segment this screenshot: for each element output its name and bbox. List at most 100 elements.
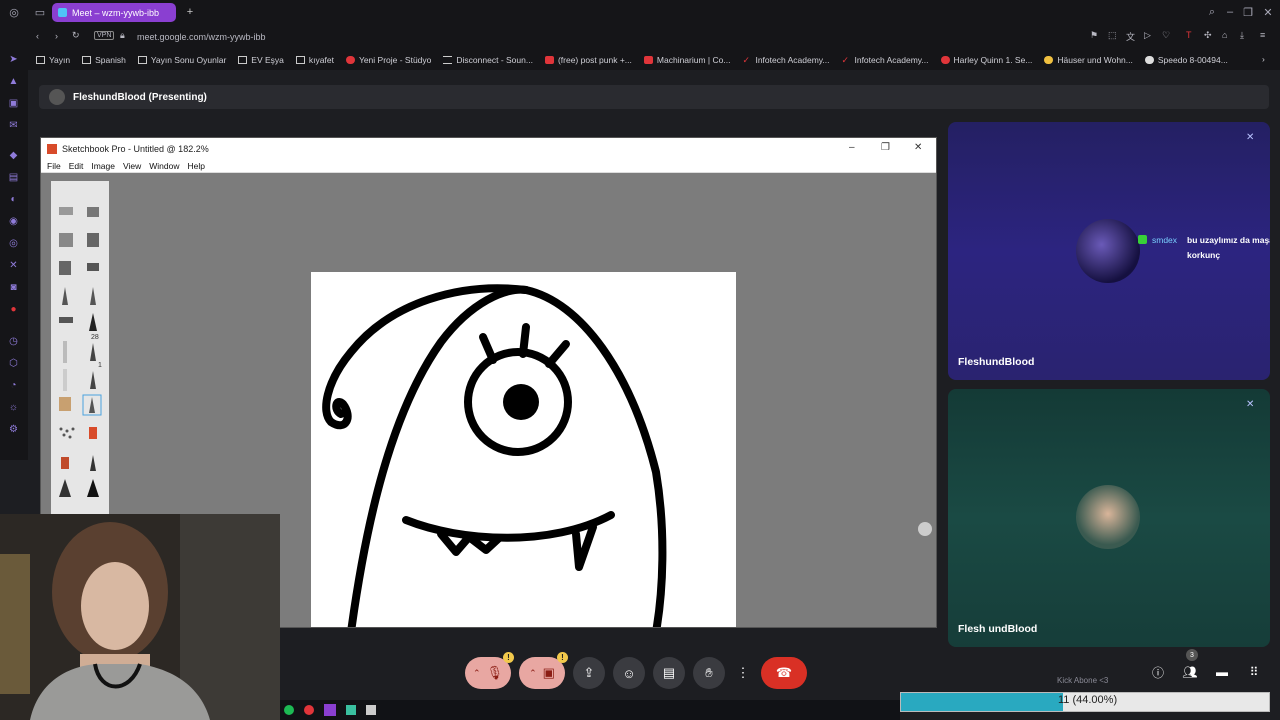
- steam-icon[interactable]: [366, 705, 376, 715]
- brush-library-panel: 28 1: [51, 181, 109, 521]
- bookmark-item[interactable]: Harley Quinn 1. Se...: [935, 55, 1039, 65]
- bookmark-item[interactable]: ✓ Infotech Academy...: [736, 55, 835, 65]
- bookmark-item[interactable]: Speedo 8-00494...: [1139, 55, 1234, 65]
- close-window-icon[interactable]: ✕: [1260, 4, 1276, 20]
- hang-up-button[interactable]: ☎: [761, 657, 807, 689]
- vpn-badge[interactable]: VPN: [94, 31, 115, 40]
- cube-icon[interactable]: ⬡: [7, 357, 20, 370]
- participant-tile[interactable]: ✕ smdex bu uzaylımız da maşa korkunç Fle…: [948, 122, 1270, 380]
- site-icon: [345, 56, 355, 64]
- bookmark-item[interactable]: Disconnect - Soun...: [437, 55, 539, 65]
- emoji-button[interactable]: ☺: [613, 657, 645, 689]
- bookmark-item[interactable]: (free) post punk +...: [539, 55, 638, 65]
- instagram-icon[interactable]: ◎: [7, 237, 20, 250]
- meeting-side-controls: ⓘ 👥︎ ▬ ⠿: [1148, 662, 1264, 682]
- send-icon[interactable]: ➤: [7, 53, 20, 66]
- browser-logo-icon[interactable]: ◎: [6, 4, 22, 20]
- captions-button[interactable]: ▤: [653, 657, 685, 689]
- messenger-icon[interactable]: ✉: [7, 119, 20, 132]
- brush-icons[interactable]: 28 1: [51, 181, 109, 521]
- menu-help[interactable]: Help: [188, 161, 205, 171]
- more-bookmarks-icon[interactable]: ›: [1262, 54, 1265, 64]
- present-button[interactable]: ⇪: [573, 657, 605, 689]
- sketch-restore-icon[interactable]: ❐: [881, 142, 890, 153]
- twitch-icon[interactable]: ▤: [7, 171, 20, 184]
- tab-favicon-icon: [58, 8, 67, 17]
- url-field[interactable]: meet.google.com/wzm-yywb-ibb: [137, 32, 266, 42]
- bookmark-icon[interactable]: ⚑: [1090, 30, 1098, 41]
- new-tab-button[interactable]: +: [182, 4, 198, 20]
- participant-tile[interactable]: ✕ Flesh undBlood: [948, 389, 1270, 647]
- webcam-person: [0, 514, 280, 720]
- canvas-nav-icon[interactable]: [918, 522, 932, 536]
- raise-hand-button[interactable]: ✋︎: [693, 657, 725, 689]
- bookmark-item[interactable]: Yayın Sonu Oyunlar: [132, 55, 232, 65]
- back-icon[interactable]: ‹: [36, 31, 39, 41]
- hang-up-icon: ☎: [775, 665, 793, 680]
- search-icon[interactable]: ⌕: [1204, 4, 1220, 20]
- minimize-icon[interactable]: –: [1222, 4, 1238, 20]
- menu-image[interactable]: Image: [91, 161, 115, 171]
- bookmark-item[interactable]: Machinarium | Co...: [638, 55, 737, 65]
- sketchbook-logo-icon: [47, 144, 57, 154]
- play-icon[interactable]: ▷: [1144, 30, 1151, 41]
- history-icon[interactable]: ◷: [7, 335, 20, 348]
- twitch-app-icon[interactable]: [324, 704, 336, 716]
- bulb-icon[interactable]: ☼: [7, 401, 20, 414]
- app-red-icon[interactable]: [304, 705, 314, 715]
- bookmark-item[interactable]: Häuser und Wohn...: [1038, 55, 1138, 65]
- menu-file[interactable]: File: [47, 161, 61, 171]
- drawing-canvas[interactable]: [311, 272, 736, 627]
- youtube-icon: [544, 56, 554, 64]
- bookmark-item[interactable]: Yeni Proje - Stüdyo: [340, 55, 437, 65]
- clock-icon[interactable]: ◔: [7, 379, 20, 392]
- download-icon[interactable]: ⤓: [1240, 30, 1244, 41]
- extension-red-icon[interactable]: T: [1186, 30, 1192, 40]
- app-green-icon[interactable]: [346, 705, 356, 715]
- people-icon[interactable]: 👥︎: [1180, 662, 1200, 682]
- restore-icon[interactable]: ❐: [1240, 4, 1256, 20]
- chat-icon[interactable]: ◐: [7, 193, 20, 206]
- participant-name: FleshundBlood: [958, 356, 1035, 368]
- x-icon[interactable]: ✕: [7, 259, 20, 272]
- whatsapp-icon[interactable]: ◉: [7, 215, 20, 228]
- record-icon[interactable]: ●: [7, 303, 20, 316]
- profile-icon[interactable]: ⌂: [1222, 30, 1227, 40]
- tab-meet[interactable]: Meet – wzm-yywb-ibb: [52, 3, 176, 22]
- present-icon: ⇪: [583, 665, 595, 680]
- menu-icon[interactable]: ≡: [1260, 30, 1265, 40]
- bookmark-item[interactable]: Spanish: [76, 55, 132, 65]
- bookmark-item[interactable]: Yayın: [30, 55, 76, 65]
- translate-icon[interactable]: 文: [1126, 30, 1135, 43]
- sketch-minimize-icon[interactable]: –: [849, 142, 855, 153]
- check-icon: ✓: [841, 55, 850, 65]
- menu-edit[interactable]: Edit: [69, 161, 84, 171]
- menu-window[interactable]: Window: [149, 161, 179, 171]
- wallet-icon[interactable]: ▣: [7, 97, 20, 110]
- menu-view[interactable]: View: [123, 161, 141, 171]
- bookmark-item[interactable]: ✓ Infotech Academy...: [835, 55, 934, 65]
- heart-icon[interactable]: ♡: [1162, 30, 1170, 41]
- activities-icon[interactable]: ⠿: [1244, 662, 1264, 682]
- sketch-close-icon[interactable]: ✕: [914, 142, 922, 153]
- app-icon[interactable]: ◆: [7, 149, 20, 162]
- chat-icon[interactable]: ▬: [1212, 662, 1232, 682]
- mic-off-icon: ✕: [1246, 132, 1255, 143]
- address-bar: ‹ › ↻ VPN 🔒︎ meet.google.com/wzm-yywb-ib…: [0, 24, 1280, 50]
- spotify-icon[interactable]: [284, 705, 294, 715]
- bookmark-item[interactable]: kıyafet: [290, 55, 340, 65]
- reload-icon[interactable]: ↻: [72, 30, 80, 41]
- bookmark-item[interactable]: EV Eşya: [232, 55, 290, 65]
- mic-toggle-button[interactable]: ⌃ 🎙︎ !: [465, 652, 514, 689]
- sidebar-icon[interactable]: ▲: [7, 75, 20, 88]
- tab-list-icon[interactable]: ▭: [32, 4, 48, 20]
- forward-icon[interactable]: ›: [55, 31, 58, 41]
- camera-toggle-button[interactable]: ⌃ ▣ !: [519, 652, 568, 689]
- screenshot-icon[interactable]: ⬚: [1108, 30, 1117, 41]
- sketchbook-title: Sketchbook Pro - Untitled @ 182.2%: [62, 144, 209, 154]
- info-icon[interactable]: ⓘ: [1148, 662, 1168, 682]
- more-options-button[interactable]: ⋮: [733, 657, 753, 689]
- extensions-icon[interactable]: ✣: [1204, 30, 1212, 41]
- discord-icon[interactable]: ◙: [7, 281, 20, 294]
- settings-icon[interactable]: ⚙: [7, 423, 20, 436]
